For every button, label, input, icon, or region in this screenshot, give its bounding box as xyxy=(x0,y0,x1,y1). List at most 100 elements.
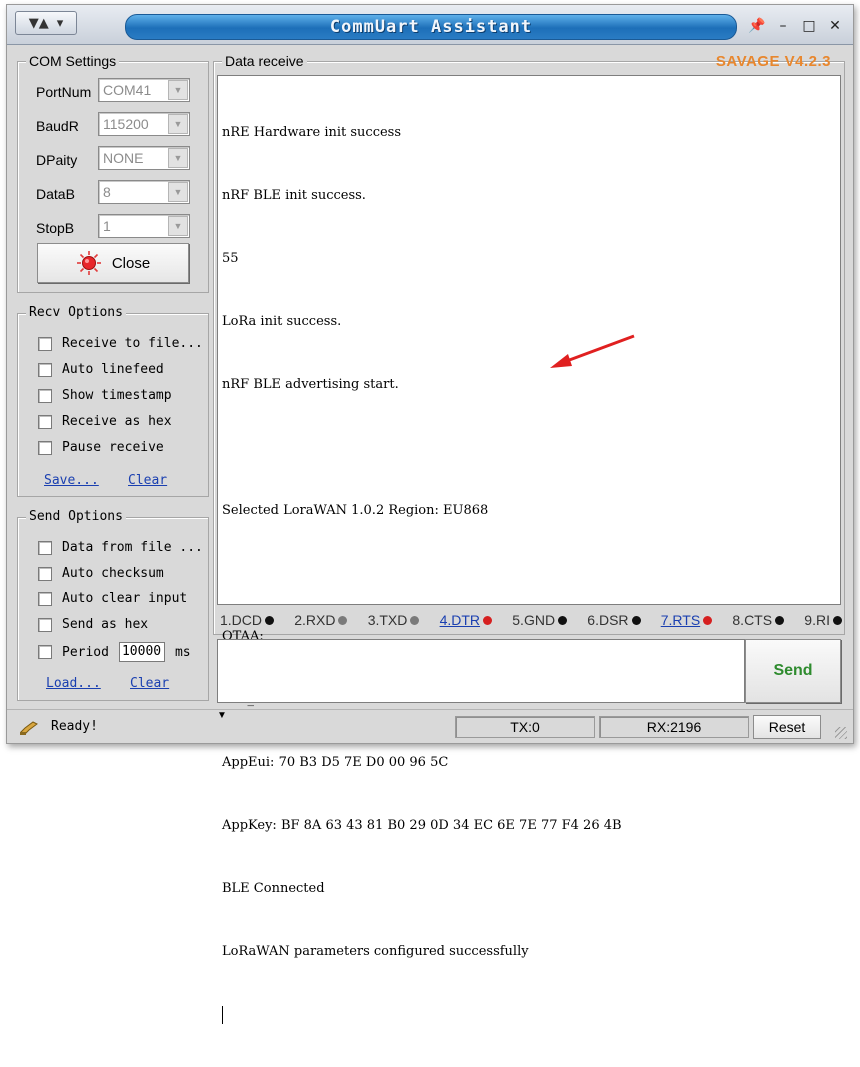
chevron-down-icon[interactable]: ▼ xyxy=(168,80,188,100)
close-port-label: Close xyxy=(111,254,151,272)
receive-as-hex-checkbox[interactable] xyxy=(38,414,52,429)
signal-label[interactable]: 4.DTR xyxy=(440,612,480,628)
signal-label[interactable]: 7.RTS xyxy=(661,612,700,628)
data-from-file-option[interactable]: Data from file ... xyxy=(38,540,203,555)
log-line: 55 xyxy=(222,251,239,266)
close-port-button[interactable]: Close xyxy=(37,243,189,283)
chevron-down-icon[interactable]: ▼ xyxy=(168,114,188,134)
log-line: AppKey: BF 8A 63 43 81 B0 29 0D 34 EC 6E… xyxy=(222,818,622,833)
receive-to-file-checkbox[interactable] xyxy=(38,336,52,351)
signal-led-icon xyxy=(558,615,568,625)
recv-options-group: Recv Options Receive to file... Auto lin… xyxy=(17,305,209,497)
parity-select[interactable]: NONE ▼ xyxy=(98,146,190,170)
pause-receive-option[interactable]: Pause receive xyxy=(38,440,164,455)
baudrate-select[interactable]: 115200 ▼ xyxy=(98,112,190,136)
databits-select[interactable]: 8 ▼ xyxy=(98,180,190,204)
system-menu-button[interactable]: ▼▲ ▾ xyxy=(15,11,77,35)
text-caret xyxy=(222,1004,834,1025)
data-from-file-checkbox[interactable] xyxy=(38,540,52,555)
send-options-group: Send Options Data from file ... Auto che… xyxy=(17,509,209,701)
auto-checksum-checkbox[interactable] xyxy=(38,566,52,581)
show-timestamp-checkbox[interactable] xyxy=(38,388,52,403)
tx-counter: TX:0 xyxy=(455,716,595,738)
auto-clear-input-checkbox[interactable] xyxy=(38,591,52,606)
signal-led-icon xyxy=(832,615,842,625)
pause-receive-checkbox[interactable] xyxy=(38,440,52,455)
signal-led-icon xyxy=(631,615,641,625)
stopbits-label: StopB xyxy=(36,220,75,236)
show-timestamp-option[interactable]: Show timestamp xyxy=(38,388,172,403)
log-line: Selected LoraWAN 1.0.2 Region: EU868 xyxy=(222,503,489,518)
log-line: nRF BLE init success. xyxy=(222,188,366,203)
auto-clear-input-option[interactable]: Auto clear input xyxy=(38,591,187,606)
auto-checksum-option[interactable]: Auto checksum xyxy=(38,566,164,581)
signal-led-icon xyxy=(410,615,420,625)
period-input[interactable]: 10000 xyxy=(118,642,165,662)
close-icon[interactable]: ✕ xyxy=(825,18,845,34)
receive-to-file-option[interactable]: Receive to file... xyxy=(38,336,203,351)
log-line: nRF BLE advertising start. xyxy=(222,377,399,392)
auto-linefeed-label: Auto linefeed xyxy=(62,362,164,377)
signal-rts[interactable]: 7.RTS xyxy=(661,612,713,628)
load-link[interactable]: Load... xyxy=(46,676,101,691)
signal-led-icon xyxy=(775,615,785,625)
baudrate-label: BaudR xyxy=(36,118,79,134)
resize-grip-icon[interactable] xyxy=(835,727,847,739)
chevron-down-icon[interactable]: ▼ xyxy=(168,182,188,202)
rx-counter: RX:2196 xyxy=(599,716,749,738)
send-input[interactable] xyxy=(217,639,745,703)
annotation-arrow-icon xyxy=(550,334,635,368)
reset-button[interactable]: Reset xyxy=(753,715,821,739)
portnum-label: PortNum xyxy=(36,84,92,100)
maximize-icon[interactable]: □ xyxy=(799,18,819,34)
signal-lines-bar: 1.DCD 2.RXD 3.TXD 4.DTR 5.GND 6.DSR 7.RT… xyxy=(220,609,842,631)
auto-linefeed-checkbox[interactable] xyxy=(38,362,52,377)
send-as-hex-option[interactable]: Send as hex xyxy=(38,617,148,632)
signal-dtr[interactable]: 4.DTR xyxy=(440,612,493,628)
auto-linefeed-option[interactable]: Auto linefeed xyxy=(38,362,164,377)
signal-dcd: 1.DCD xyxy=(220,612,275,628)
com-settings-title: COM Settings xyxy=(26,53,120,69)
stopbits-select[interactable]: 1 ▼ xyxy=(98,214,190,238)
window-title: CommUart Assistant xyxy=(329,17,533,37)
auto-checksum-label: Auto checksum xyxy=(62,566,164,581)
signal-label: 6.DSR xyxy=(587,612,629,628)
signal-txd: 3.TXD xyxy=(368,612,420,628)
period-option[interactable]: Period 10000 ms xyxy=(38,642,191,662)
pause-receive-label: Pause receive xyxy=(62,440,164,455)
pin-icon[interactable]: 📌 xyxy=(747,18,767,34)
signal-led-icon xyxy=(265,615,275,625)
receive-log: nRE Hardware init success nRF BLE init s… xyxy=(222,80,834,1067)
data-receive-title: Data receive xyxy=(222,53,307,69)
log-line: BLE Connected xyxy=(222,881,325,896)
signal-led-icon xyxy=(483,615,493,625)
send-clear-link[interactable]: Clear xyxy=(130,676,169,691)
signal-label: 9.RI xyxy=(804,612,830,628)
minimize-icon[interactable]: – xyxy=(773,18,793,34)
app-logo-icon: ▼▲ xyxy=(28,15,49,31)
receive-textarea[interactable]: nRE Hardware init success nRF BLE init s… xyxy=(217,75,841,1024)
receive-to-file-label: Receive to file... xyxy=(62,336,203,351)
chevron-down-icon[interactable]: ▼ xyxy=(168,148,188,168)
period-checkbox[interactable] xyxy=(38,645,52,659)
status-hand-icon xyxy=(20,721,38,735)
parity-label: DPaity xyxy=(36,152,78,168)
status-dropdown-icon[interactable]: ▼ xyxy=(217,710,227,721)
send-button[interactable]: Send xyxy=(745,639,841,703)
receive-as-hex-option[interactable]: Receive as hex xyxy=(38,414,172,429)
portnum-value: COM41 xyxy=(103,82,152,98)
signal-cts: 8.CTS xyxy=(732,612,785,628)
databits-label: DataB xyxy=(36,186,75,202)
databits-value: 8 xyxy=(103,184,111,200)
portnum-select[interactable]: COM41 ▼ xyxy=(98,78,190,102)
chevron-down-icon[interactable]: ▼ xyxy=(168,216,188,236)
recv-clear-link[interactable]: Clear xyxy=(128,473,167,488)
chevron-down-icon: ▾ xyxy=(56,15,64,31)
status-ready-text: Ready! xyxy=(51,719,98,734)
auto-clear-input-label: Auto clear input xyxy=(62,591,188,606)
save-link[interactable]: Save... xyxy=(44,473,99,488)
signal-led-icon xyxy=(703,615,713,625)
send-as-hex-checkbox[interactable] xyxy=(38,617,52,632)
